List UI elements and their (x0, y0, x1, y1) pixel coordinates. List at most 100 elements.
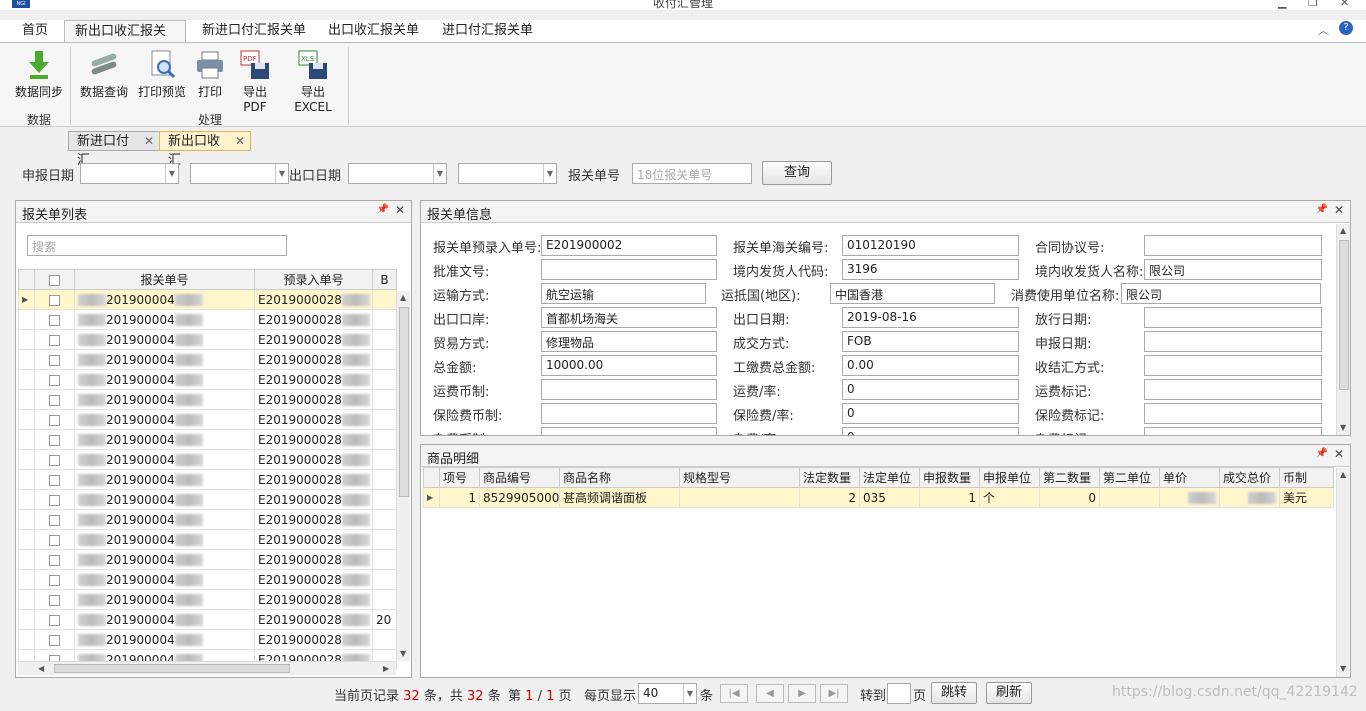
cell-decl-qty[interactable]: 1 (919, 487, 980, 508)
cell-legal-unit[interactable]: 035 (859, 487, 920, 508)
tab-new-export-receipt[interactable]: 新出口收汇报关单 (64, 20, 186, 61)
field-input[interactable]: 0 (842, 403, 1019, 424)
data-sync-button[interactable]: 数据同步 (12, 49, 66, 101)
table-row[interactable]: 201900004 E2019000028 20 (18, 609, 397, 630)
cell-currency[interactable]: 美元 (1279, 487, 1334, 508)
field-input[interactable] (1144, 427, 1322, 435)
field-input[interactable] (541, 379, 717, 400)
cell-extra[interactable] (372, 329, 397, 350)
field-input[interactable] (1144, 379, 1322, 400)
close-tab-icon[interactable]: ✕ (144, 132, 154, 151)
prev-page-button[interactable]: ◀ (756, 684, 784, 703)
last-page-button[interactable]: ▶| (820, 684, 848, 703)
field-input[interactable]: FOB (842, 331, 1019, 352)
col-header[interactable]: 第二单位 (1099, 467, 1160, 488)
cell-pre-entry-no[interactable]: E2019000028 (254, 309, 373, 330)
field-input[interactable]: 限公司 (1144, 259, 1322, 280)
scroll-thumb[interactable] (54, 664, 290, 673)
field-input[interactable]: 中国香港 (830, 283, 995, 304)
cell-customs-no[interactable]: 201900004 (74, 309, 255, 330)
table-row[interactable]: 201900004 E2019000028 (18, 309, 397, 330)
query-button[interactable]: 查询 (762, 161, 832, 185)
cell-pre-entry-no[interactable]: E2019000028 (254, 289, 373, 310)
field-input[interactable] (541, 259, 717, 280)
cell-pre-entry-no[interactable]: E2019000028 (254, 349, 373, 370)
cell-extra[interactable] (372, 509, 397, 530)
cell-total-price[interactable] (1219, 487, 1280, 508)
table-row[interactable]: 201900004 E2019000028 (18, 489, 397, 510)
col-header[interactable]: 单价 (1159, 467, 1220, 488)
cell-customs-no[interactable]: 201900004 (74, 529, 255, 550)
doc-tab-new-export-receipt[interactable]: 新出口收汇 ✕ (159, 131, 251, 168)
first-page-button[interactable]: |◀ (720, 684, 748, 703)
scroll-left-icon[interactable]: ◀ (38, 664, 44, 673)
field-input[interactable]: 010120190 (842, 235, 1019, 256)
minimize-icon[interactable]: ▁ (1278, 0, 1286, 9)
scroll-up-icon[interactable]: ▲ (1340, 226, 1346, 235)
field-input[interactable]: 0 (842, 379, 1019, 400)
customs-no-input[interactable]: 18位报关单号 (632, 163, 752, 184)
row-checkbox[interactable] (34, 529, 75, 550)
cell-customs-no[interactable]: 201900004 (74, 589, 255, 610)
cell-pre-entry-no[interactable]: E2019000028 (254, 389, 373, 410)
cell-pre-entry-no[interactable]: E2019000028 (254, 609, 373, 630)
scroll-down-icon[interactable]: ▼ (1340, 664, 1346, 673)
scroll-thumb[interactable] (1339, 240, 1349, 390)
col-header[interactable]: 法定单位 (859, 467, 920, 488)
help-icon[interactable]: ? (1339, 21, 1353, 35)
tab-home[interactable]: 首页 (12, 20, 58, 42)
cell-item-no[interactable]: 1 (439, 487, 480, 508)
tab-new-import-payment[interactable]: 新进口付汇报关单 (192, 20, 316, 42)
pin-icon[interactable]: 📌 (1316, 448, 1328, 459)
cell-pre-entry-no[interactable]: E2019000028 (254, 629, 373, 650)
row-checkbox[interactable] (34, 629, 75, 650)
row-checkbox[interactable] (34, 409, 75, 430)
scroll-up-icon[interactable]: ▲ (400, 293, 406, 302)
pin-icon[interactable]: 📌 (377, 204, 389, 215)
col-header[interactable]: 第二数量 (1039, 467, 1100, 488)
table-row[interactable]: 201900004 E2019000028 (18, 549, 397, 570)
field-input[interactable] (541, 403, 717, 424)
cell-customs-no[interactable]: 201900004 (74, 389, 255, 410)
table-row[interactable]: 201900004 E2019000028 (18, 369, 397, 390)
col-header[interactable]: 成交总价 (1219, 467, 1280, 488)
row-checkbox[interactable] (34, 349, 75, 370)
row-checkbox[interactable] (34, 449, 75, 470)
col-header[interactable]: 预录入单号 (254, 269, 373, 290)
cell-pre-entry-no[interactable]: E2019000028 (254, 469, 373, 490)
row-checkbox[interactable] (34, 569, 75, 590)
cell-customs-no[interactable]: 201900004 (74, 489, 255, 510)
table-row[interactable]: 201900004 E2019000028 (18, 569, 397, 590)
table-row[interactable]: 201900004 E2019000028 (18, 329, 397, 350)
select-all-checkbox[interactable] (34, 269, 75, 290)
info-vertical-scrollbar[interactable]: ▲ ▼ (1336, 224, 1350, 435)
cell-pre-entry-no[interactable]: E2019000028 (254, 329, 373, 350)
row-checkbox[interactable] (34, 589, 75, 610)
cell-extra[interactable] (372, 449, 397, 470)
field-input[interactable]: 10000.00 (541, 355, 717, 376)
export-date-from-field[interactable]: ▼ (348, 163, 447, 184)
cell-extra[interactable] (372, 629, 397, 650)
row-checkbox[interactable] (34, 309, 75, 330)
next-page-button[interactable]: ▶ (788, 684, 816, 703)
col-header[interactable]: 法定数量 (799, 467, 860, 488)
print-button[interactable]: 打印 (192, 49, 228, 101)
row-checkbox[interactable] (34, 329, 75, 350)
dropdown-arrow-icon[interactable]: ▼ (165, 164, 178, 183)
cell-pre-entry-no[interactable]: E2019000028 (254, 569, 373, 590)
doc-tab-new-import-payment[interactable]: 新进口付汇 ✕ (68, 131, 160, 168)
cell-extra[interactable] (372, 469, 397, 490)
restore-icon[interactable]: ❐ (1308, 0, 1318, 9)
row-checkbox[interactable] (34, 549, 75, 570)
field-input[interactable]: 航空运输 (541, 283, 706, 304)
field-input[interactable] (1144, 235, 1322, 256)
col-header[interactable]: 规格型号 (679, 467, 800, 488)
cell-customs-no[interactable]: 201900004 (74, 549, 255, 570)
data-query-button[interactable]: 数据查询 (77, 49, 131, 101)
field-input[interactable]: 限公司 (1121, 283, 1321, 304)
col-header[interactable]: B (372, 269, 397, 290)
table-row[interactable]: ▶ 1 8529905000 甚高频调谐面板 2 035 1 个 0 美元 (423, 487, 1334, 508)
cell-extra[interactable]: 20 (372, 609, 397, 630)
list-horizontal-scrollbar[interactable]: ◀ ▶ (18, 661, 396, 675)
table-row[interactable]: 201900004 E2019000028 (18, 449, 397, 470)
